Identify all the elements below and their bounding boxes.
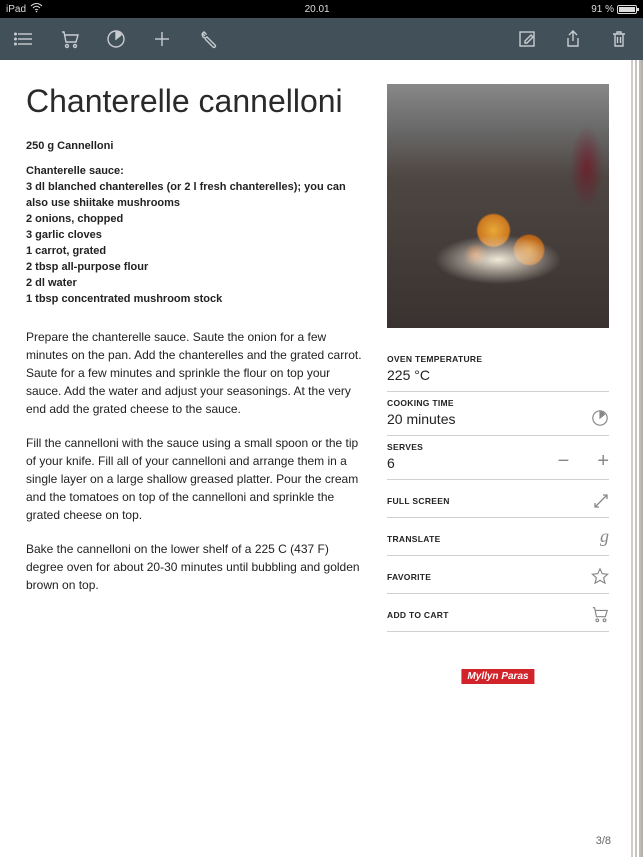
sauce-ingredient: 3 garlic cloves — [26, 228, 367, 244]
wifi-icon — [30, 3, 43, 16]
timer-small-icon[interactable] — [591, 409, 609, 427]
expand-icon — [593, 493, 609, 509]
edit-icon[interactable] — [515, 27, 539, 51]
recipe-title: Chanterelle cannelloni — [26, 84, 367, 119]
serves-increment[interactable]: + — [597, 451, 609, 471]
cooking-time-label: COOKING TIME — [387, 398, 591, 408]
battery-pct: 91 % — [591, 4, 614, 15]
oven-temp-value: 225 °C — [387, 367, 609, 383]
recipe-page: Chanterelle cannelloni 250 g Cannelloni … — [0, 60, 631, 857]
recipe-photo — [387, 84, 609, 328]
carrier-label: iPad — [6, 4, 26, 15]
cart-icon[interactable] — [58, 27, 82, 51]
toolbar — [0, 18, 643, 60]
sauce-heading: Chanterelle sauce: — [26, 164, 367, 180]
favorite-row[interactable]: FAVORITE — [387, 556, 609, 594]
oven-temp-row: OVEN TEMPERATURE 225 °C — [387, 348, 609, 392]
battery-icon — [617, 5, 637, 14]
add-to-cart-row[interactable]: ADD TO CART — [387, 594, 609, 632]
add-to-cart-label: ADD TO CART — [387, 610, 591, 620]
sauce-ingredient: 1 carrot, grated — [26, 244, 367, 260]
timer-icon[interactable] — [104, 27, 128, 51]
sauce-ingredient: 2 tbsp all-purpose flour — [26, 260, 367, 276]
serves-label: SERVES — [387, 442, 558, 452]
brand-logo: |||||||||||| Myllyn Paras — [387, 652, 609, 697]
sauce-ingredient: 2 dl water — [26, 276, 367, 292]
status-bar: iPad 20.01 91 % — [0, 0, 643, 18]
serves-row: SERVES 6 − + — [387, 436, 609, 480]
fullscreen-row[interactable]: FULL SCREEN — [387, 480, 609, 518]
star-icon — [591, 567, 609, 585]
favorite-label: FAVORITE — [387, 572, 591, 582]
serves-value: 6 — [387, 455, 558, 471]
settings-icon[interactable] — [196, 27, 220, 51]
clock: 20.01 — [43, 4, 591, 15]
translate-row[interactable]: TRANSLATE g — [387, 518, 609, 556]
instructions-block: Prepare the chanterelle sauce. Saute the… — [26, 328, 367, 594]
instruction-step: Bake the cannelloni on the lower shelf o… — [26, 540, 367, 594]
sauce-ingredient: 2 onions, chopped — [26, 212, 367, 228]
ingredients-block: 250 g Cannelloni Chanterelle sauce: 3 dl… — [26, 139, 367, 308]
fullscreen-label: FULL SCREEN — [387, 496, 593, 506]
translate-icon: g — [600, 526, 609, 547]
cooking-time-value: 20 minutes — [387, 411, 591, 427]
list-icon[interactable] — [12, 27, 36, 51]
sauce-ingredient: 3 dl blanched chanterelles (or 2 l fresh… — [26, 180, 367, 212]
add-icon[interactable] — [150, 27, 174, 51]
trash-icon[interactable] — [607, 27, 631, 51]
cart-small-icon — [591, 605, 609, 623]
main-ingredient: 250 g Cannelloni — [26, 139, 367, 155]
page-indicator: 3/8 — [596, 835, 611, 847]
page-stack-edge — [631, 60, 643, 857]
oven-temp-label: OVEN TEMPERATURE — [387, 354, 609, 364]
share-icon[interactable] — [561, 27, 585, 51]
translate-label: TRANSLATE — [387, 534, 600, 544]
cooking-time-row: COOKING TIME 20 minutes — [387, 392, 609, 436]
serves-decrement[interactable]: − — [558, 451, 570, 471]
instruction-step: Fill the cannelloni with the sauce using… — [26, 434, 367, 524]
sauce-ingredient: 1 tbsp concentrated mushroom stock — [26, 292, 367, 308]
brand-text: Myllyn Paras — [461, 669, 534, 684]
instruction-step: Prepare the chanterelle sauce. Saute the… — [26, 328, 367, 418]
